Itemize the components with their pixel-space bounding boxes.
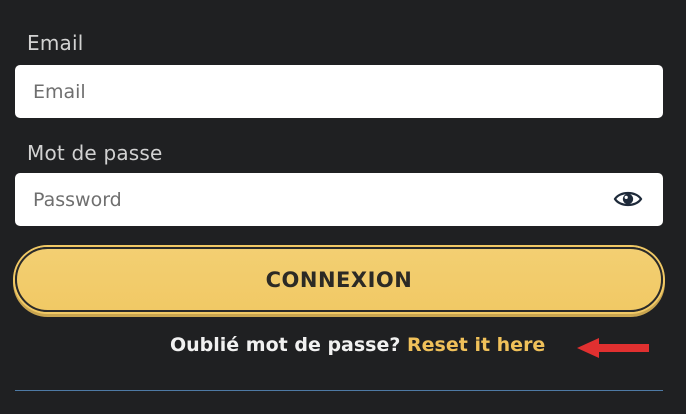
forgot-password-row: Oublié mot de passe? Reset it here (170, 334, 545, 356)
password-field[interactable] (15, 173, 663, 226)
email-label: Email (27, 31, 84, 55)
reset-password-link[interactable]: Reset it here (407, 334, 545, 356)
email-input[interactable] (33, 65, 613, 118)
password-label: Mot de passe (27, 141, 163, 165)
password-input[interactable] (33, 173, 613, 226)
connexion-button[interactable]: CONNEXION (15, 247, 663, 312)
divider (15, 390, 663, 391)
forgot-password-text: Oublié mot de passe? (170, 334, 401, 356)
eye-icon[interactable] (613, 187, 643, 211)
left-arrow-icon (577, 338, 649, 358)
connexion-button-label: CONNEXION (265, 267, 413, 292)
email-field[interactable] (15, 65, 663, 118)
